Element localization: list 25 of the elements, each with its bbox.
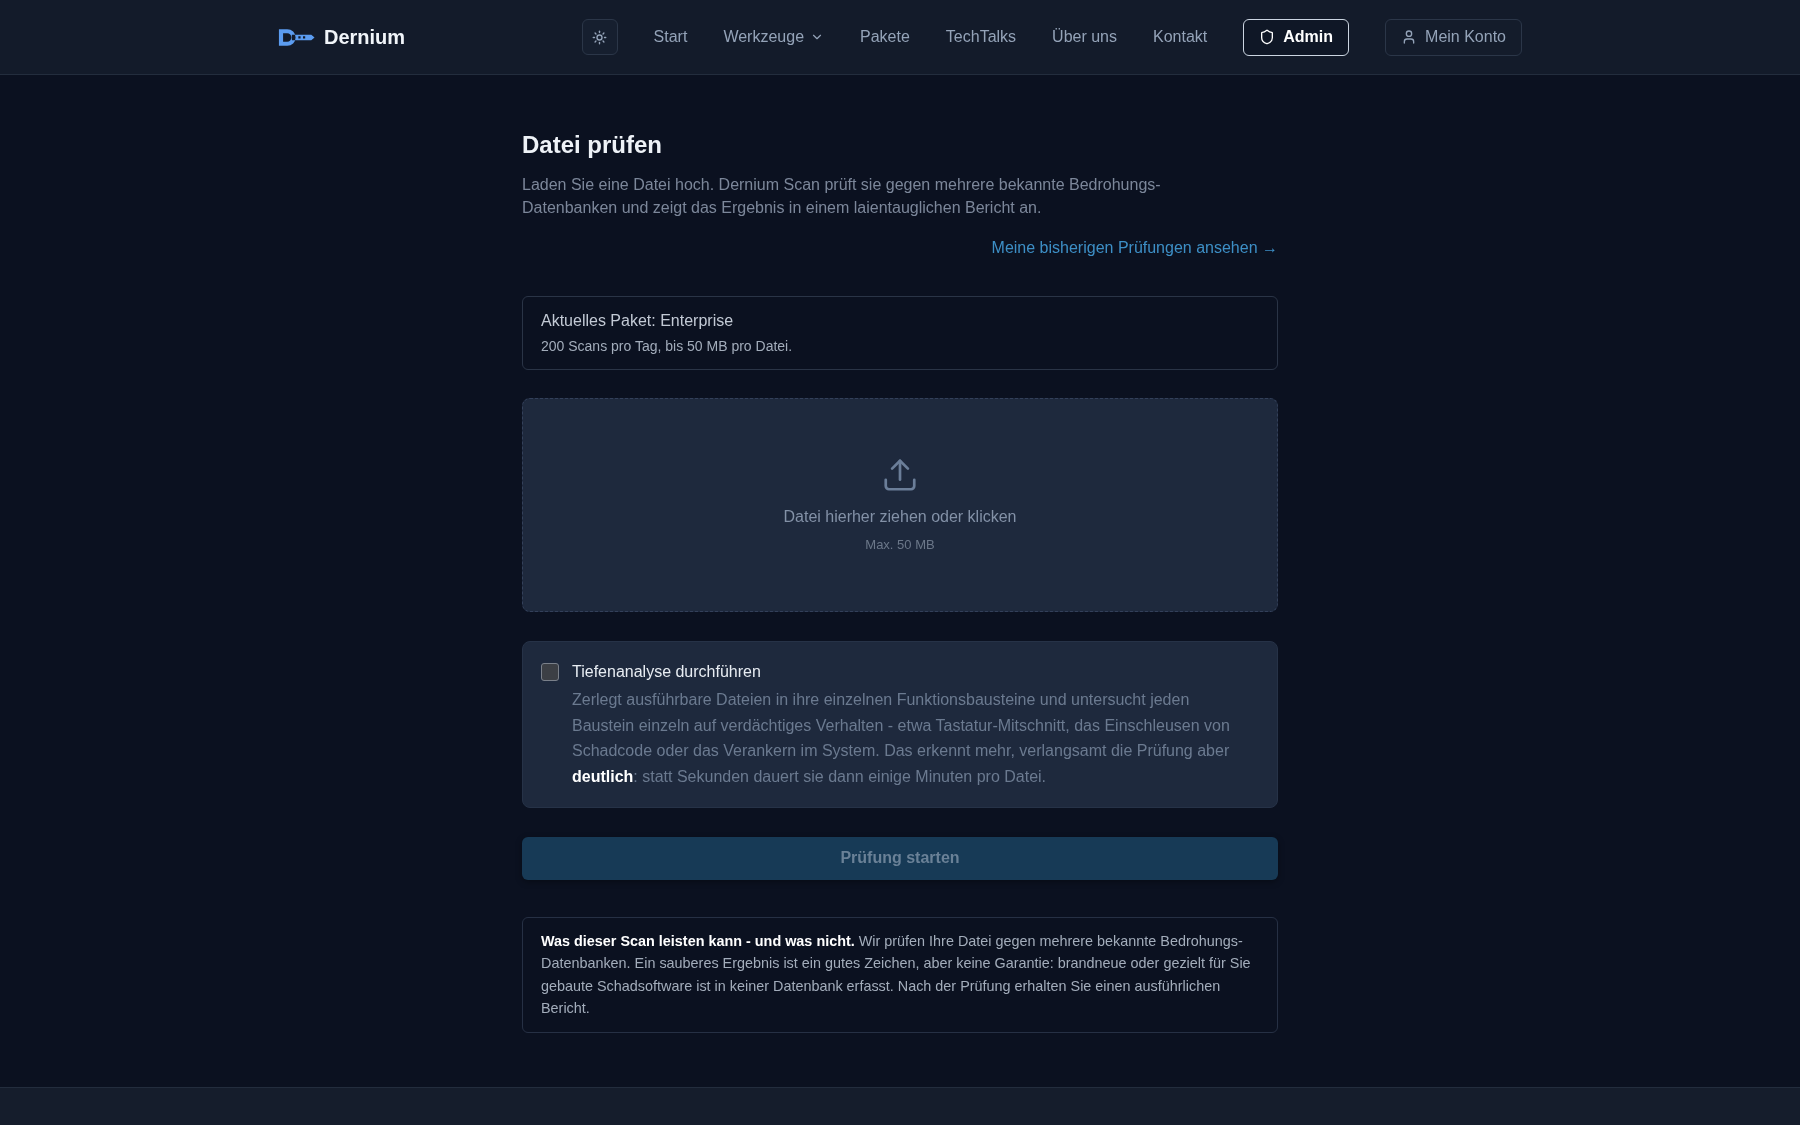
account-button[interactable]: Mein Konto xyxy=(1385,18,1522,56)
history-link[interactable]: Meine bisherigen Prüfungen ansehen → xyxy=(991,236,1278,260)
dropzone-prompt: Datei hierher ziehen oder klicken xyxy=(783,506,1017,527)
file-dropzone[interactable]: Datei hierher ziehen oder klicken Max. 50 MB xyxy=(522,398,1278,612)
shield-icon xyxy=(1259,29,1276,45)
file-size-limit: Max. 50 MB xyxy=(865,535,935,554)
nav-dropdown[interactable]: Werkzeuge xyxy=(723,25,825,49)
nav-link[interactable]: Start xyxy=(653,25,688,49)
plan-title: Aktuelles Paket: Enterprise xyxy=(541,311,735,331)
page-description: Laden Sie eine Datei hoch. Dernium Scan prüft sie gegen mehrere bekannte Bedrohungs-Datenbanken und zeigt das Ergebnis in einem laientauglichen Bericht an. xyxy=(522,175,1162,218)
sun-icon xyxy=(592,29,608,45)
deep-analysis-description: Zerlegt ausführbare Dateien in ihre einzelnen Funktionsbausteine und untersucht jeden Baustein einzeln auf verdächtiges Verhalten - etwa Tastatur-Mitschnitt, das Einschleusen von Schadcode oder das Verankern im System. Das erkennt mehr, verlangsamt die Prüfung aber deutlich: statt Sekunden dauert sie dann einige Minuten pro Datei. xyxy=(572,690,1231,788)
nav-link[interactable]: Kontakt xyxy=(1153,25,1208,49)
nav-link[interactable]: TechTalks xyxy=(945,25,1017,49)
notice-text: Was dieser Scan leisten kann - und was nicht. Wir prüfen Ihre Datei gegen mehrere bekannte Bedrohungs-Datenbanken. Ein sauberes Ergebnis ist ein gutes Zeichen, aber keine Garantie: brandneue oder gezielt für Sie gebaute Schadsoftware ist in keiner Datenbank erfasst. Nach der Prüfung erhalten Sie einen ausführlichen Bericht. xyxy=(541,931,1252,1019)
admin-button[interactable]: Admin xyxy=(1243,18,1350,56)
plan-details: 200 Scans pro Tag, bis 50 MB pro Datei. xyxy=(541,337,794,356)
key-logo-icon xyxy=(278,27,315,47)
brand-name[interactable]: Dernium xyxy=(324,22,406,52)
checkbox-label: Tiefenanalyse durchführen xyxy=(572,662,762,682)
checkbox[interactable] xyxy=(541,663,559,681)
theme-toggle-button[interactable] xyxy=(581,19,618,55)
nav-link[interactable]: Über uns xyxy=(1052,25,1117,49)
nav-link[interactable]: Pakete xyxy=(860,25,910,49)
page-title: Datei prüfen xyxy=(522,130,663,160)
